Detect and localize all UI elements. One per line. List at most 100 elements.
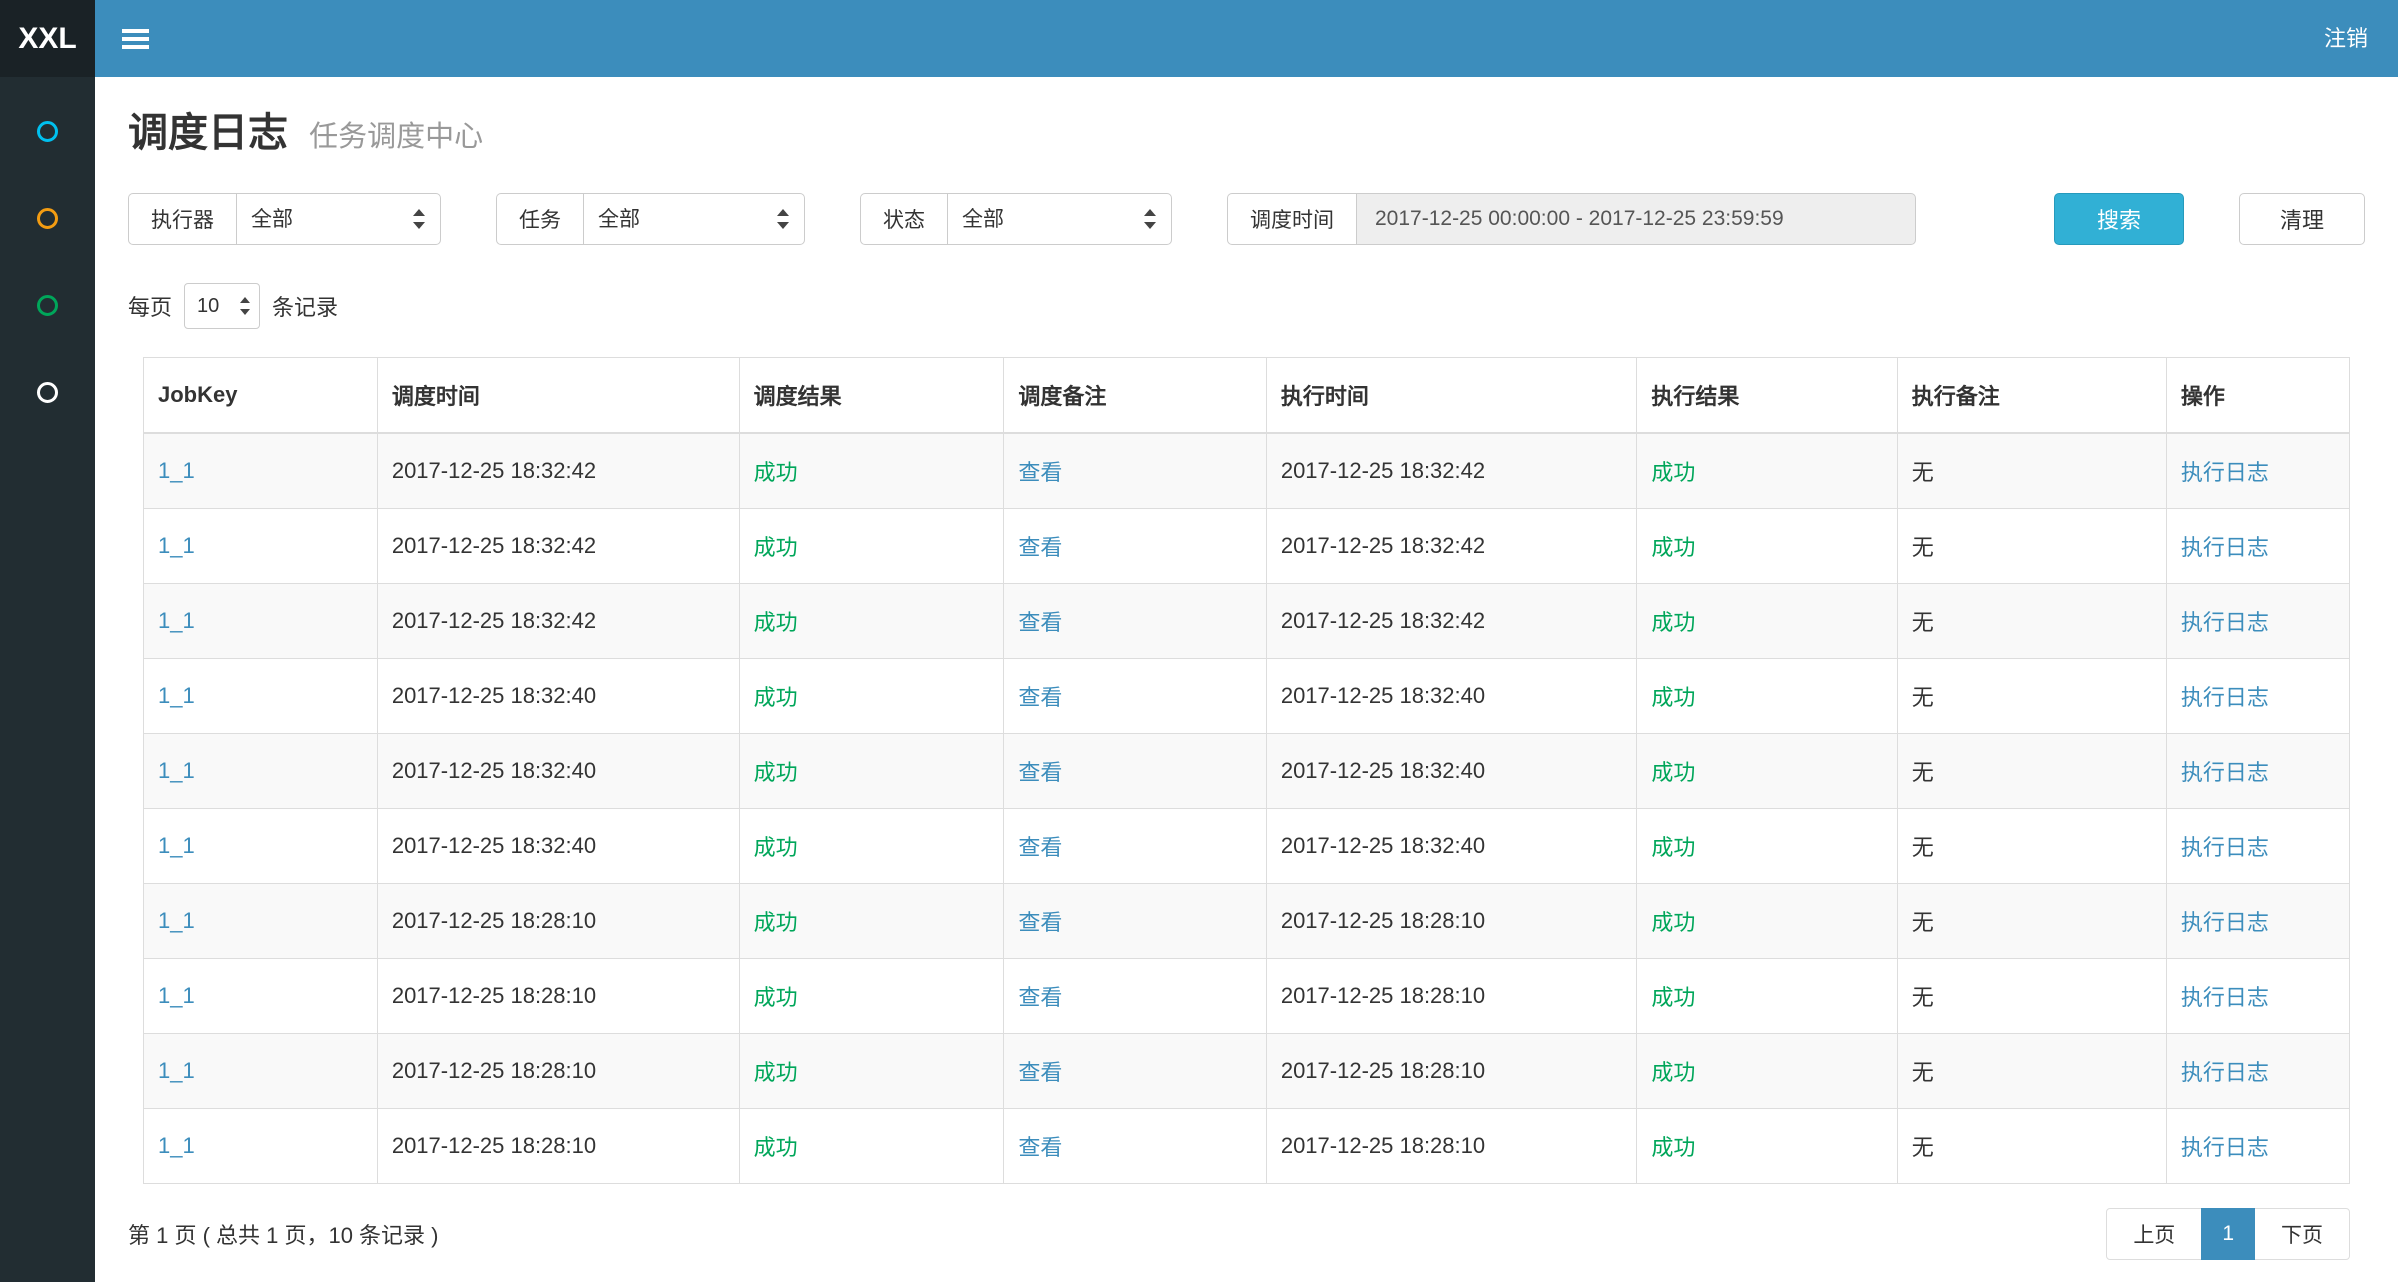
view-msg-link[interactable]: 查看	[1018, 535, 1062, 560]
prev-page-button[interactable]: 上页	[2106, 1208, 2202, 1260]
table-cell: 2017-12-25 18:28:10	[1266, 884, 1637, 959]
execute-log-link[interactable]: 执行日志	[2181, 1060, 2269, 1085]
time-range-input[interactable]	[1356, 193, 1916, 245]
table-cell: 1_1	[144, 584, 378, 659]
handle-time-text: 2017-12-25 18:28:10	[1281, 983, 1485, 1008]
table-cell: 成功	[739, 959, 1004, 1034]
handle-result-badge: 成功	[1651, 535, 1695, 560]
sidebar-item-2[interactable]	[0, 175, 95, 262]
table-cell: 执行日志	[2166, 584, 2349, 659]
table-cell: 1_1	[144, 1034, 378, 1109]
main-content: 执行器 全部 任务 全部 状态 全部	[95, 193, 2398, 1280]
trigger-result-badge: 成功	[754, 610, 798, 635]
table-cell: 2017-12-25 18:32:40	[1266, 734, 1637, 809]
sidebar-item-4[interactable]	[0, 349, 95, 436]
jobkey-link[interactable]: 1_1	[158, 983, 195, 1008]
page-size-select[interactable]: 10	[184, 283, 260, 329]
jobkey-link[interactable]: 1_1	[158, 908, 195, 933]
search-button[interactable]: 搜索	[2054, 193, 2184, 245]
column-header: 执行时间	[1266, 358, 1637, 434]
table-cell: 成功	[739, 1109, 1004, 1184]
handle-result-badge: 成功	[1651, 985, 1695, 1010]
execute-log-link[interactable]: 执行日志	[2181, 835, 2269, 860]
execute-log-link[interactable]: 执行日志	[2181, 685, 2269, 710]
table-cell: 无	[1897, 734, 2166, 809]
hamburger-icon	[122, 37, 149, 41]
handle-msg-text: 无	[1912, 460, 1934, 485]
column-header: 调度结果	[739, 358, 1004, 434]
view-msg-link[interactable]: 查看	[1018, 1135, 1062, 1160]
handle-msg-text: 无	[1912, 685, 1934, 710]
table-cell: 无	[1897, 1034, 2166, 1109]
table-cell: 查看	[1004, 734, 1267, 809]
table-row: 1_12017-12-25 18:28:10成功查看2017-12-25 18:…	[144, 1034, 2350, 1109]
table-cell: 2017-12-25 18:32:40	[377, 734, 739, 809]
handle-time-text: 2017-12-25 18:32:42	[1281, 533, 1485, 558]
circle-icon	[37, 295, 58, 316]
handle-result-badge: 成功	[1651, 910, 1695, 935]
handle-result-badge: 成功	[1651, 685, 1695, 710]
execute-log-link[interactable]: 执行日志	[2181, 1135, 2269, 1160]
jobkey-link[interactable]: 1_1	[158, 833, 195, 858]
execute-log-link[interactable]: 执行日志	[2181, 460, 2269, 485]
pagination: 上页 1 下页	[2106, 1208, 2350, 1260]
jobkey-link[interactable]: 1_1	[158, 683, 195, 708]
handle-time-text: 2017-12-25 18:28:10	[1281, 908, 1485, 933]
jobkey-link[interactable]: 1_1	[158, 608, 195, 633]
sidebar-item-3[interactable]	[0, 262, 95, 349]
trigger-time-text: 2017-12-25 18:28:10	[392, 983, 596, 1008]
sidebar-item-1[interactable]	[0, 88, 95, 175]
jobkey-link[interactable]: 1_1	[158, 533, 195, 558]
job-select[interactable]: 全部	[583, 193, 805, 245]
view-msg-link[interactable]: 查看	[1018, 835, 1062, 860]
view-msg-link[interactable]: 查看	[1018, 1060, 1062, 1085]
table-cell: 1_1	[144, 959, 378, 1034]
sidebar-toggle-button[interactable]	[95, 0, 176, 77]
table-cell: 成功	[739, 509, 1004, 584]
jobkey-link[interactable]: 1_1	[158, 1133, 195, 1158]
table-cell: 查看	[1004, 884, 1267, 959]
table-cell: 执行日志	[2166, 1034, 2349, 1109]
execute-log-link[interactable]: 执行日志	[2181, 760, 2269, 785]
view-msg-link[interactable]: 查看	[1018, 685, 1062, 710]
execute-log-link[interactable]: 执行日志	[2181, 910, 2269, 935]
execute-log-link[interactable]: 执行日志	[2181, 985, 2269, 1010]
executor-select[interactable]: 全部	[236, 193, 441, 245]
trigger-time-text: 2017-12-25 18:32:40	[392, 758, 596, 783]
handle-msg-text: 无	[1912, 1135, 1934, 1160]
status-select-box: 全部	[947, 193, 1172, 245]
column-header: 执行结果	[1637, 358, 1897, 434]
handle-result-badge: 成功	[1651, 835, 1695, 860]
table-cell: 2017-12-25 18:28:10	[1266, 1034, 1637, 1109]
table-cell: 2017-12-25 18:28:10	[1266, 959, 1637, 1034]
jobkey-link[interactable]: 1_1	[158, 1058, 195, 1083]
view-msg-link[interactable]: 查看	[1018, 910, 1062, 935]
view-msg-link[interactable]: 查看	[1018, 610, 1062, 635]
view-msg-link[interactable]: 查看	[1018, 460, 1062, 485]
table-cell: 2017-12-25 18:32:42	[377, 584, 739, 659]
table-cell: 执行日志	[2166, 734, 2349, 809]
current-page-button[interactable]: 1	[2201, 1208, 2255, 1260]
jobkey-link[interactable]: 1_1	[158, 458, 195, 483]
table-cell: 执行日志	[2166, 884, 2349, 959]
table-cell: 无	[1897, 959, 2166, 1034]
trigger-result-badge: 成功	[754, 835, 798, 860]
table-cell: 执行日志	[2166, 509, 2349, 584]
clear-button[interactable]: 清理	[2239, 193, 2365, 245]
execute-log-link[interactable]: 执行日志	[2181, 535, 2269, 560]
jobkey-link[interactable]: 1_1	[158, 758, 195, 783]
table-row: 1_12017-12-25 18:28:10成功查看2017-12-25 18:…	[144, 959, 2350, 1034]
logout-link[interactable]: 注销	[2294, 0, 2398, 77]
view-msg-link[interactable]: 查看	[1018, 760, 1062, 785]
next-page-button[interactable]: 下页	[2254, 1208, 2350, 1260]
execute-log-link[interactable]: 执行日志	[2181, 610, 2269, 635]
page-header: 调度日志 任务调度中心	[95, 77, 2398, 169]
table-cell: 1_1	[144, 884, 378, 959]
table-cell: 无	[1897, 884, 2166, 959]
brand-logo[interactable]: XXL	[0, 0, 95, 77]
view-msg-link[interactable]: 查看	[1018, 985, 1062, 1010]
table-cell: 查看	[1004, 584, 1267, 659]
pagination-info: 第 1 页 ( 总共 1 页，10 条记录 )	[128, 1218, 439, 1250]
status-select[interactable]: 全部	[947, 193, 1172, 245]
table-header-row: JobKey调度时间调度结果调度备注执行时间执行结果执行备注操作	[144, 358, 2350, 434]
